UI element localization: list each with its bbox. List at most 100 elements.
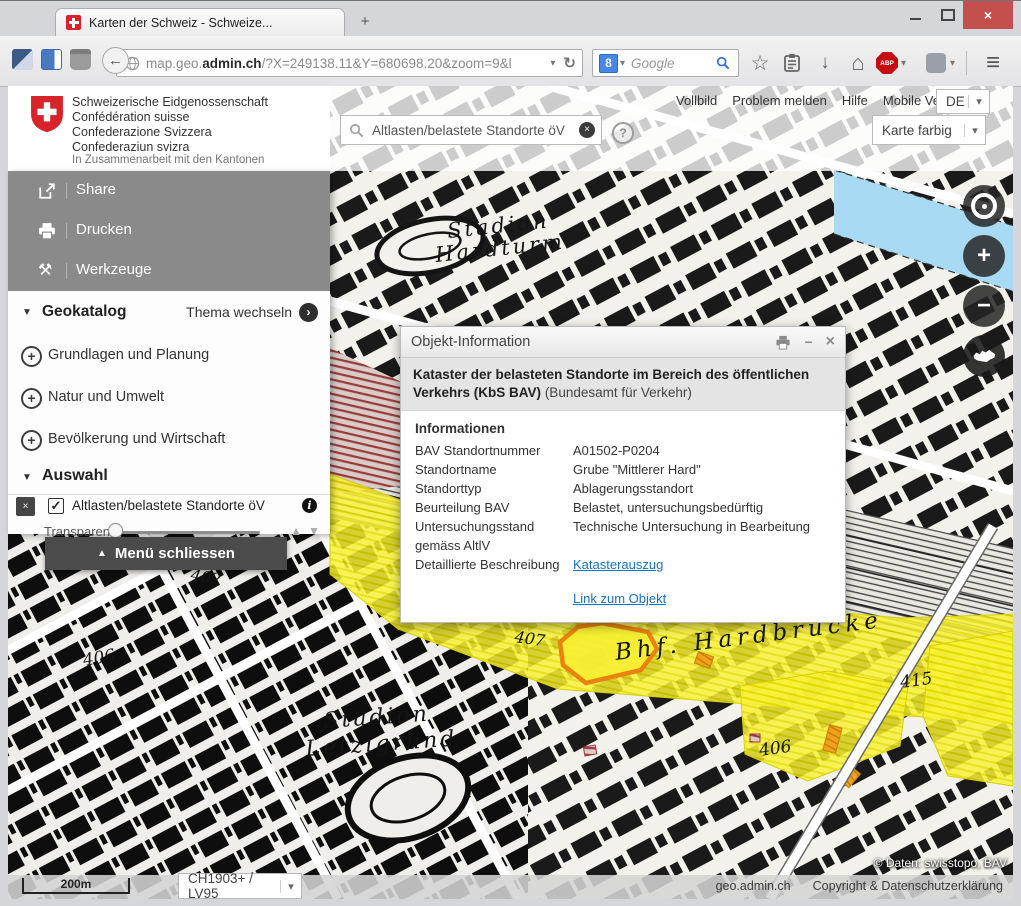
info-row: Untersuchungsstand gemäss AltlVTechnisch… bbox=[415, 517, 831, 555]
downloads-icon[interactable]: ↓ bbox=[813, 52, 837, 74]
extension-icon-2[interactable] bbox=[41, 49, 62, 70]
info-section-title: Informationen bbox=[415, 421, 831, 436]
auswahl-section[interactable]: ▼ Auswahl bbox=[8, 461, 330, 495]
reload-icon[interactable]: ↻ bbox=[563, 54, 576, 72]
back-icon: ← bbox=[108, 52, 123, 69]
url-dropdown-icon[interactable]: ▾ bbox=[550, 58, 555, 69]
search-input[interactable] bbox=[370, 122, 579, 139]
geokatalog-section[interactable]: ▼ Geokatalog Thema wechseln › bbox=[8, 291, 330, 336]
layer-checkbox[interactable]: ✓ bbox=[48, 498, 64, 514]
zoom-in-button[interactable]: + bbox=[963, 235, 1005, 277]
category-natur-umwelt[interactable]: + Natur und Umwelt bbox=[8, 377, 330, 420]
move-layer-up-icon[interactable]: ▲ bbox=[290, 524, 302, 538]
triangle-up-icon: ▲ bbox=[97, 548, 107, 559]
sidebar-item-drucken[interactable]: Drucken bbox=[8, 211, 330, 252]
home-icon[interactable]: ⌂ bbox=[846, 52, 870, 74]
toolbar-separator bbox=[966, 51, 967, 75]
new-tab-button[interactable]: + bbox=[352, 12, 378, 32]
info-icon[interactable]: i bbox=[302, 498, 317, 513]
search-engine-dropdown-icon[interactable]: ▾ bbox=[620, 58, 625, 69]
header-left: Schweizerische Eidgenossenschaft Confédé… bbox=[8, 86, 330, 171]
minimize-icon bbox=[910, 18, 921, 20]
layer-row: × ✓ Altlasten/belastete Standorte öV i bbox=[8, 494, 330, 519]
expand-plus-icon: + bbox=[21, 346, 42, 367]
language-select[interactable]: DE ▾ bbox=[936, 89, 990, 114]
extension-icon-3[interactable] bbox=[70, 49, 91, 70]
info-row: Detaillierte Beschreibung Katasterauszug bbox=[415, 555, 831, 574]
popup-header[interactable]: Objekt-Information − × bbox=[401, 327, 845, 358]
object-link[interactable]: Link zum Objekt bbox=[573, 591, 831, 606]
info-row: StandortnameGrube "Mittlerer Hard" bbox=[415, 460, 831, 479]
map-search-field[interactable]: × bbox=[340, 115, 602, 145]
default-extent-button[interactable] bbox=[963, 335, 1005, 377]
info-row: BAV StandortnummerA01502-P0204 bbox=[415, 441, 831, 460]
scale-bar: 200m bbox=[22, 878, 130, 894]
zoom-out-button[interactable]: − bbox=[963, 285, 1005, 327]
url-prefix: map.geo. bbox=[146, 56, 202, 71]
window-maximize-button[interactable] bbox=[933, 1, 963, 28]
tools-icon: ⚒ bbox=[38, 262, 56, 280]
share-icon bbox=[38, 182, 56, 200]
bookmarks-menu-icon[interactable] bbox=[782, 53, 802, 78]
switzerland-outline-icon bbox=[971, 348, 997, 364]
sidebar-item-werkzeuge[interactable]: ⚒ Werkzeuge bbox=[8, 251, 330, 292]
toolbar-overflow-icon[interactable]: ▾ bbox=[950, 58, 955, 69]
url-bar[interactable]: map.geo.admin.ch/?X=249138.11&Y=680698.2… bbox=[116, 49, 583, 77]
close-popup-icon[interactable]: × bbox=[826, 333, 835, 351]
thema-wechseln-link[interactable]: Thema wechseln bbox=[186, 304, 292, 320]
footer-bar: 200m CH1903+ / LV95 ▾ geo.admin.ch Copyr… bbox=[8, 875, 1013, 899]
window-close-button[interactable]: × bbox=[963, 1, 1013, 29]
swiss-coat-of-arms bbox=[30, 94, 64, 134]
chevron-down-icon: ▾ bbox=[968, 95, 989, 108]
category-bevoelkerung[interactable]: + Bevölkerung und Wirtschaft bbox=[8, 419, 330, 462]
window-minimize-button[interactable] bbox=[900, 1, 930, 28]
info-row: StandorttypAblagerungsstandort bbox=[415, 479, 831, 498]
popup-body: Informationen BAV StandortnummerA01502-P… bbox=[401, 411, 845, 622]
remove-layer-button[interactable]: × bbox=[16, 497, 35, 516]
menu-hamburger-icon[interactable]: ≡ bbox=[978, 49, 1008, 77]
help-icon[interactable]: ? bbox=[612, 122, 634, 144]
minimize-popup-icon[interactable]: − bbox=[804, 334, 812, 350]
expand-plus-icon: + bbox=[21, 388, 42, 409]
printer-icon bbox=[38, 222, 56, 240]
browser-window: Karten der Schweiz - Schweize... + × ← m… bbox=[0, 0, 1021, 906]
search-engine-placeholder: Google bbox=[631, 56, 716, 71]
sidebar-item-share[interactable]: Share bbox=[8, 171, 330, 212]
bookmark-star-icon[interactable]: ☆ bbox=[748, 52, 772, 74]
confederation-text: Schweizerische Eidgenossenschaft Confédé… bbox=[72, 95, 268, 155]
chevron-down-icon: ▾ bbox=[280, 880, 301, 893]
google-logo-icon: 8 bbox=[599, 54, 618, 73]
tab-title: Karten der Schweiz - Schweize... bbox=[89, 16, 272, 30]
link-hilfe[interactable]: Hilfe bbox=[842, 93, 868, 108]
print-icon[interactable] bbox=[775, 335, 791, 350]
map-style-select[interactable]: Karte farbig ▾ bbox=[872, 115, 986, 145]
extension-icon-1[interactable] bbox=[12, 49, 33, 70]
katasterauszug-link[interactable]: Katasterauszug bbox=[573, 555, 831, 574]
search-icon[interactable] bbox=[716, 56, 730, 70]
geoadmin-link[interactable]: geo.admin.ch bbox=[716, 879, 791, 893]
geolocate-button[interactable] bbox=[963, 185, 1005, 227]
projection-select[interactable]: CH1903+ / LV95 ▾ bbox=[178, 873, 302, 899]
popup-layer-heading: Kataster der belasteten Standorte im Ber… bbox=[401, 358, 845, 411]
copyright-link[interactable]: Copyright & Datenschutzerklärung bbox=[813, 879, 1003, 893]
clear-search-icon[interactable]: × bbox=[579, 122, 595, 138]
back-button[interactable]: ← bbox=[102, 47, 129, 74]
link-vollbild[interactable]: Vollbild bbox=[676, 93, 717, 108]
expand-plus-icon: + bbox=[21, 430, 42, 451]
info-row: Beurteilung BAVBelastet, untersuchungsbe… bbox=[415, 498, 831, 517]
move-layer-down-icon[interactable]: ▼ bbox=[308, 524, 320, 538]
transparency-slider-track[interactable] bbox=[114, 531, 260, 534]
arrow-right-circle-icon[interactable]: › bbox=[299, 303, 318, 322]
transparency-slider-knob[interactable] bbox=[108, 523, 123, 538]
collapse-triangle-icon: ▼ bbox=[22, 307, 32, 318]
header-links: Vollbild Problem melden Hilfe Mobile Ver… bbox=[676, 93, 968, 108]
object-information-popup: Objekt-Information − × Kataster der bela… bbox=[400, 326, 846, 623]
extension-icon-4[interactable] bbox=[926, 53, 946, 73]
category-grundlagen[interactable]: + Grundlagen und Planung bbox=[8, 335, 330, 378]
browser-search-box[interactable]: 8 ▾ Google bbox=[592, 49, 739, 77]
adblock-dropdown-icon[interactable]: ▾ bbox=[901, 58, 906, 69]
target-icon bbox=[971, 193, 997, 219]
link-problem-melden[interactable]: Problem melden bbox=[732, 93, 827, 108]
close-menu-button[interactable]: ▲ Menü schliessen bbox=[45, 537, 287, 570]
browser-tab[interactable]: Karten der Schweiz - Schweize... bbox=[55, 8, 345, 36]
